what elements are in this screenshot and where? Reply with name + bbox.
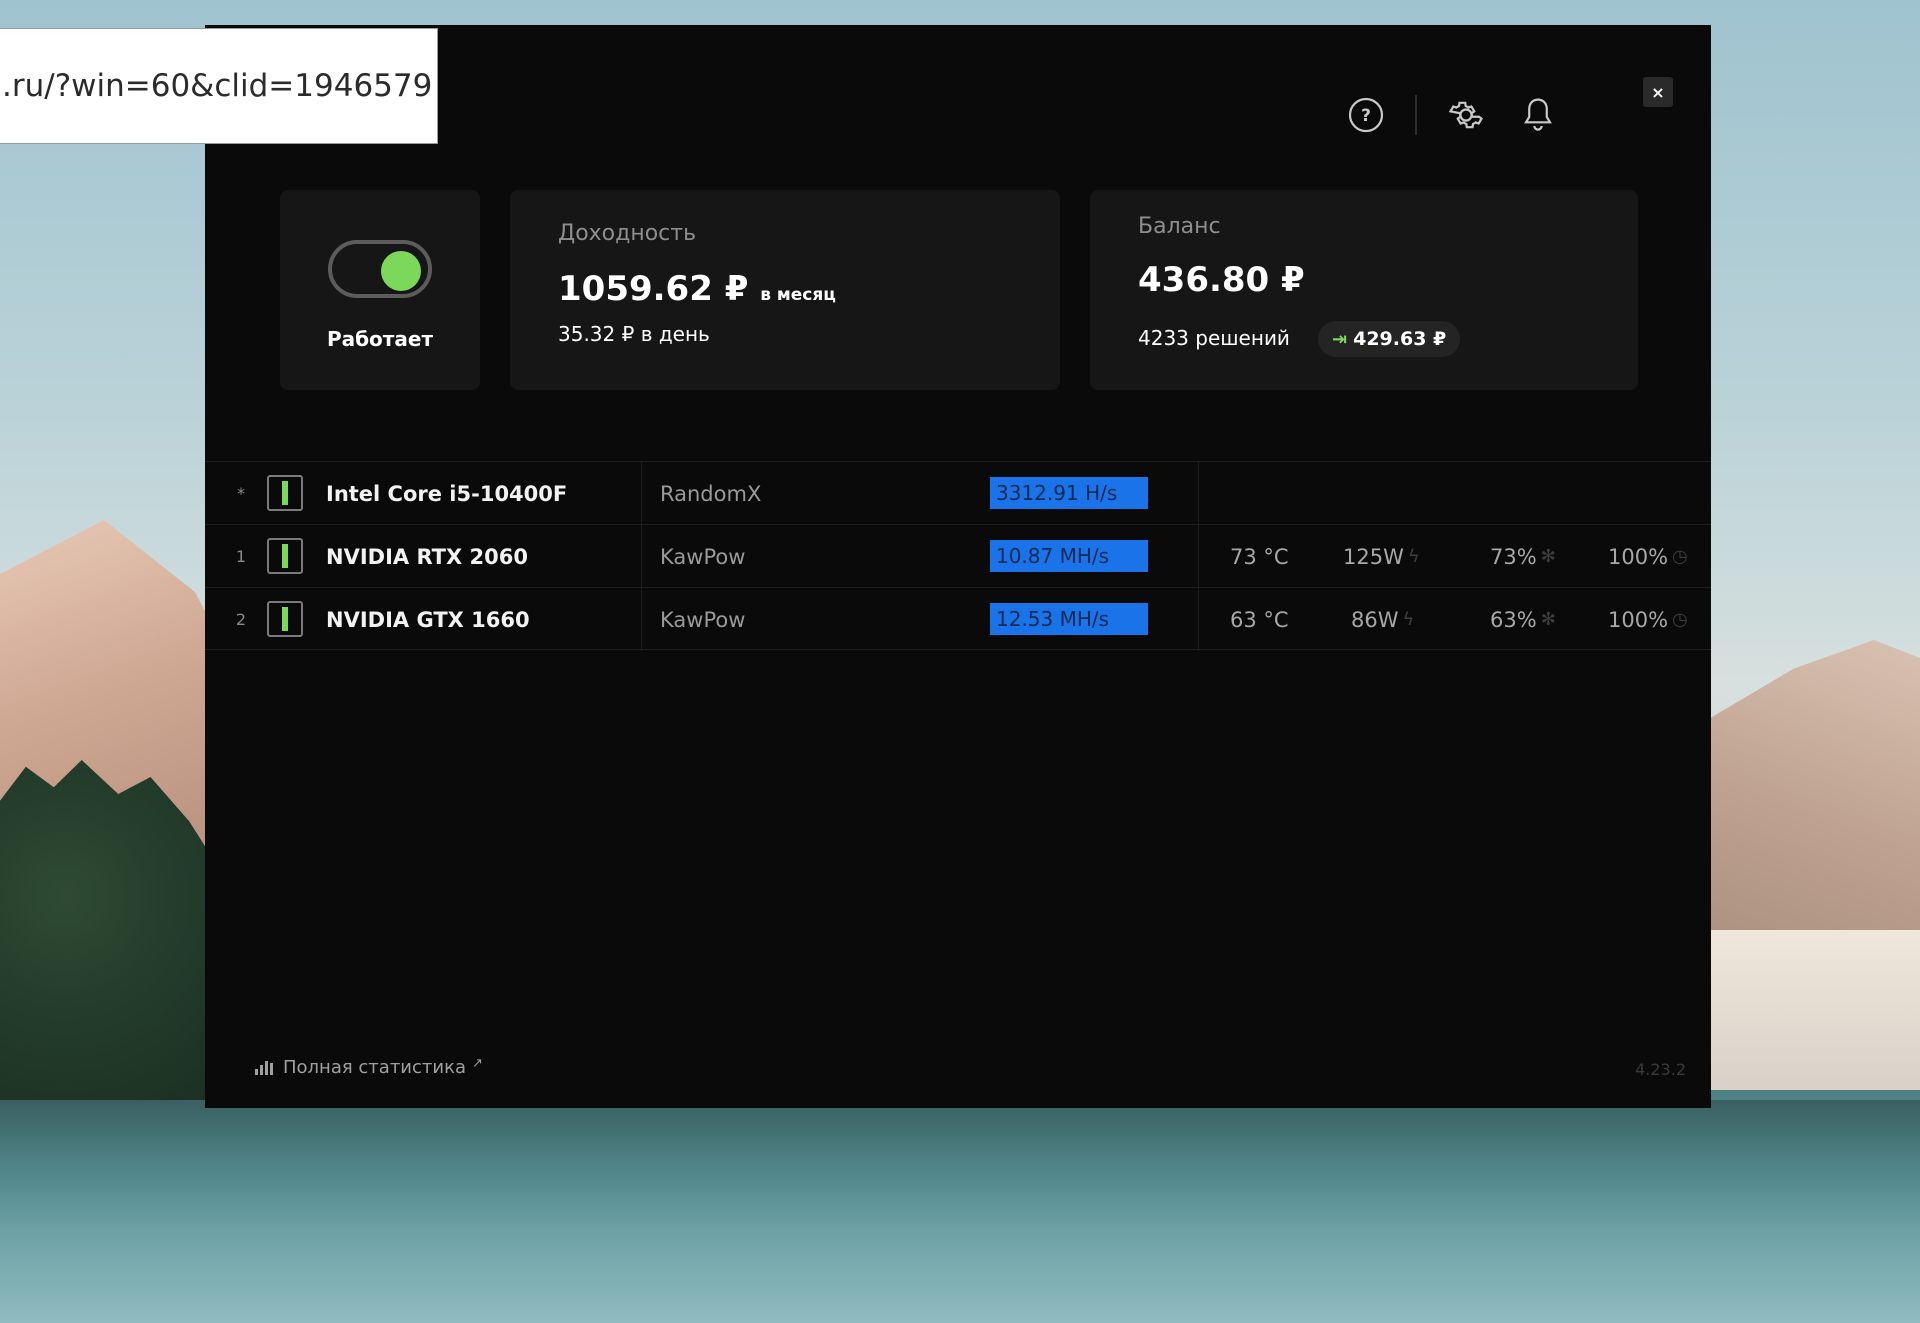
device-enable-checkbox[interactable] [267,475,303,511]
device-power-value: 86W [1351,607,1399,632]
full-stats-label: Полная статистика [283,1057,466,1078]
balance-label: Баланс [1138,214,1221,239]
device-algorithm: RandomX [660,481,762,506]
device-load: 100% ◷ [1608,588,1688,651]
device-index: * [237,484,245,503]
device-power-value: 125W [1343,544,1404,569]
monthly-income-value: 1059.62 ₽ [558,269,749,309]
balance-value: 436.80 ₽ [1138,260,1305,300]
gear-icon[interactable] [1446,95,1486,135]
fan-icon: ✻ [1540,609,1556,630]
app-version: 4.23.2 [1635,1060,1686,1079]
device-index: 2 [235,610,247,629]
device-row: * Intel Core i5-10400F RandomX 3312.91 H… [205,461,1711,525]
bar-chart-icon [255,1060,273,1075]
device-fan-value: 63% [1490,607,1537,632]
balance-card: Баланс 436.80 ₽ 4233 решений ⇥ 429.63 ₽ [1090,190,1638,390]
mining-toggle[interactable] [328,240,432,298]
device-fan-value: 73% [1490,544,1537,569]
device-load: 100% ◷ [1608,525,1688,588]
device-temperature: 63 °C [1230,607,1289,632]
bolt-icon: ϟ [1407,546,1420,567]
device-name: NVIDIA GTX 1660 [326,607,530,632]
device-name: Intel Core i5-10400F [326,481,568,506]
income-label: Доходность [558,221,697,246]
fan-icon: ✻ [1540,546,1556,567]
device-fan: 73% ✻ [1490,525,1556,588]
close-icon: × [1651,82,1665,102]
gauge-icon: ◷ [1672,609,1688,630]
bolt-icon: ϟ [1402,609,1415,630]
help-icon[interactable]: ? [1346,95,1386,135]
device-enable-checkbox[interactable] [267,538,303,574]
url-text: .ru/?win=60&clid=1946579 [2,68,433,104]
device-name: NVIDIA RTX 2060 [326,544,528,569]
toggle-knob [381,251,421,291]
payout-button[interactable]: ⇥ 429.63 ₽ [1318,321,1461,357]
device-power: 86W ϟ [1351,588,1414,651]
mining-status-card: Работает [280,190,480,390]
device-load-value: 100% [1608,544,1669,569]
device-fan: 63% ✻ [1490,588,1556,651]
full-stats-link[interactable]: Полная статистика ↗ [255,1056,483,1078]
device-index: 1 [235,547,247,566]
device-load-value: 100% [1608,607,1669,632]
monthly-suffix: в месяц [760,285,836,305]
device-algorithm: KawPow [660,544,746,569]
devices-table: * Intel Core i5-10400F RandomX 3312.91 H… [205,461,1711,651]
gauge-icon: ◷ [1672,546,1688,567]
external-link-icon: ↗ [471,1056,483,1071]
svg-text:?: ? [1361,106,1371,126]
payout-icon: ⇥ [1332,328,1348,350]
background-sand [1690,930,1920,1090]
status-label: Работает [326,327,434,351]
monthly-income: 1059.62 ₽ в месяц [558,269,836,309]
bell-icon[interactable] [1518,95,1558,135]
device-hashrate: 10.87 MH/s [990,540,1148,572]
payout-amount: 429.63 ₽ [1353,328,1447,350]
topbar-divider [1415,95,1417,135]
device-row: 1 NVIDIA RTX 2060 KawPow 10.87 MH/s 73 °… [205,524,1711,588]
device-enable-checkbox[interactable] [267,601,303,637]
url-tooltip: .ru/?win=60&clid=1946579 [0,28,438,144]
solutions-count: 4233 решений [1138,326,1290,350]
device-hashrate: 12.53 MH/s [990,603,1148,635]
close-button[interactable]: × [1643,77,1673,107]
device-algorithm: KawPow [660,607,746,632]
app-window: ? × Работает Доходность 1059.62 ₽ в меся… [205,25,1711,1108]
daily-income: 35.32 ₽ в день [558,322,710,346]
device-row: 2 NVIDIA GTX 1660 KawPow 12.53 MH/s 63 °… [205,587,1711,651]
background-water [0,1100,1920,1323]
income-card: Доходность 1059.62 ₽ в месяц 35.32 ₽ в д… [510,190,1060,390]
device-hashrate: 3312.91 H/s [990,477,1148,509]
device-power: 125W ϟ [1343,525,1420,588]
device-temperature: 73 °C [1230,544,1289,569]
